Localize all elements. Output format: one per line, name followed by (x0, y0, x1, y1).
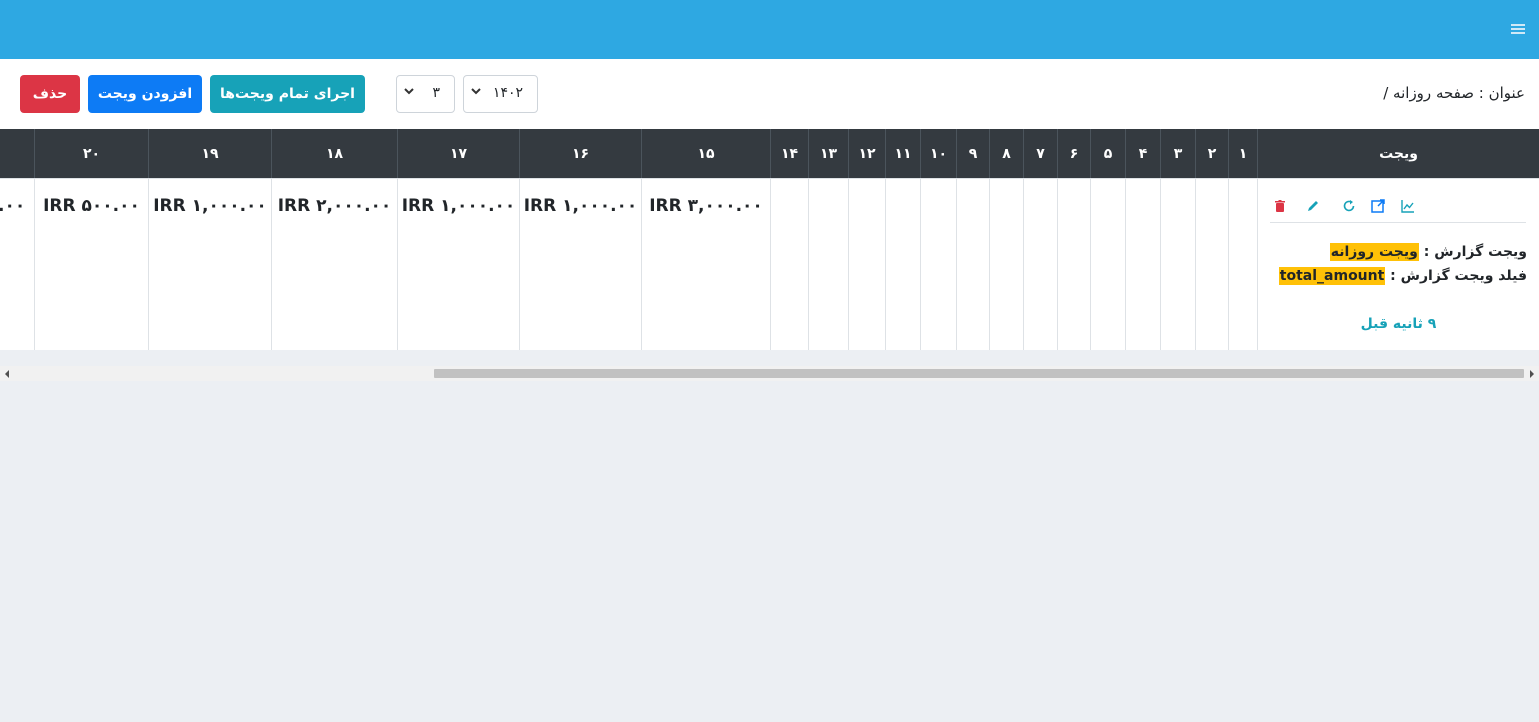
amount-value: IRR ۱,۰۰۰.۰۰ (523, 196, 638, 216)
edit-icon[interactable] (1306, 199, 1320, 213)
day-cell-partial: .۰۰ (0, 178, 34, 350)
day-header: ۵ (1090, 129, 1125, 178)
day-header: ۱۲ (848, 129, 885, 178)
amount-value: IRR ۵۰۰.۰۰ (43, 196, 140, 216)
daily-widget-table: ویجت ۱ ۲ ۳ ۴ ۵ ۶ ۷ ۸ ۹ ۱۰ ۱۱ ۱۲ ۱۳ ۱۴ ۱۵… (0, 129, 1539, 350)
day-header: ۹ (956, 129, 989, 178)
report-widget-value: ویجت روزانه (1329, 243, 1419, 261)
amount-value: IRR ۳,۰۰۰.۰۰ (649, 196, 763, 216)
refresh-icon[interactable] (1342, 199, 1356, 213)
day-cell (989, 178, 1023, 350)
report-widget-label: ویجت گزارش : (1418, 244, 1527, 260)
report-field-line: فیلد ویجت گزارش : total_amount (1278, 267, 1527, 285)
day-cell (885, 178, 920, 350)
day-header: ۱۸ (271, 129, 397, 178)
amount-value: IRR ۲,۰۰۰.۰۰ (277, 196, 392, 216)
day-header: ۴ (1125, 129, 1160, 178)
widget-column-header: ویجت (1257, 129, 1539, 178)
delete-icon[interactable] (1273, 199, 1287, 213)
day-header: ۱۹ (148, 129, 271, 178)
scroll-right-arrow-icon[interactable] (1530, 370, 1534, 378)
day-cell: IRR ۵۰۰.۰۰ (34, 178, 148, 350)
report-field-label: فیلد ویجت گزارش : (1385, 268, 1527, 284)
day-header: ۱ (1228, 129, 1257, 178)
day-header: ۲۰ (34, 129, 148, 178)
day-cell (848, 178, 885, 350)
day-cell: IRR ۱,۰۰۰.۰۰ (397, 178, 519, 350)
widget-actions (1270, 199, 1526, 223)
day-cell (1160, 178, 1195, 350)
scroll-left-arrow-icon[interactable] (5, 370, 9, 378)
day-cell (1090, 178, 1125, 350)
horizontal-scrollbar[interactable] (0, 366, 1539, 381)
report-widget-line: ویجت گزارش : ویجت روزانه (1329, 243, 1527, 261)
day-cell: IRR ۱,۰۰۰.۰۰ (148, 178, 271, 350)
day-cell: IRR ۲,۰۰۰.۰۰ (271, 178, 397, 350)
day-cell: IRR ۱,۰۰۰.۰۰ (519, 178, 641, 350)
chevron-down-icon (404, 88, 414, 95)
toolbar: عنوان : صفحه روزانه / ۱۴۰۲ ۳ اجرای تمام … (0, 59, 1539, 129)
chevron-down-icon (471, 88, 481, 95)
chart-icon[interactable] (1401, 199, 1415, 213)
day-header-partial (0, 129, 34, 178)
run-all-widgets-button[interactable]: اجرای تمام ویجت‌ها (210, 75, 365, 113)
day-cell (808, 178, 848, 350)
month-select[interactable]: ۳ (396, 75, 455, 113)
day-header: ۸ (989, 129, 1023, 178)
amount-value: IRR ۱,۰۰۰.۰۰ (401, 196, 516, 216)
day-header: ۱۱ (885, 129, 920, 178)
day-cell: IRR ۳,۰۰۰.۰۰ (641, 178, 770, 350)
day-header: ۱۵ (641, 129, 770, 178)
amount-value-partial: .۰۰ (0, 196, 26, 216)
day-cell (770, 178, 808, 350)
year-select-value: ۱۴۰۲ (492, 85, 523, 101)
day-cell (1125, 178, 1160, 350)
day-header: ۶ (1057, 129, 1090, 178)
year-select[interactable]: ۱۴۰۲ (463, 75, 538, 113)
last-run-time: ۹ ثانیه قبل (1360, 316, 1437, 332)
table-header-row: ویجت ۱ ۲ ۳ ۴ ۵ ۶ ۷ ۸ ۹ ۱۰ ۱۱ ۱۲ ۱۳ ۱۴ ۱۵… (0, 129, 1539, 178)
report-field-value: total_amount (1278, 267, 1386, 285)
open-external-icon[interactable] (1371, 199, 1385, 213)
day-cell (1023, 178, 1057, 350)
hamburger-menu-icon[interactable] (1511, 24, 1525, 35)
day-cell (1057, 178, 1090, 350)
day-header: ۱۶ (519, 129, 641, 178)
day-header: ۷ (1023, 129, 1057, 178)
page-title: عنوان : صفحه روزانه / (1383, 84, 1525, 102)
delete-button[interactable]: حذف (20, 75, 80, 113)
day-cell (1228, 178, 1257, 350)
day-header: ۳ (1160, 129, 1195, 178)
month-select-value: ۳ (432, 85, 440, 101)
day-header: ۱۷ (397, 129, 519, 178)
day-header: ۲ (1195, 129, 1228, 178)
amount-value: IRR ۱,۰۰۰.۰۰ (153, 196, 267, 216)
day-header: ۱۳ (808, 129, 848, 178)
scrollbar-thumb[interactable] (434, 369, 1524, 378)
day-header: ۱۰ (920, 129, 956, 178)
day-cell (1195, 178, 1228, 350)
day-cell (920, 178, 956, 350)
add-widget-button[interactable]: افزودن ویجت (88, 75, 202, 113)
top-navbar (0, 0, 1539, 59)
widget-cell: ویجت گزارش : ویجت روزانه فیلد ویجت گزارش… (1257, 178, 1539, 350)
day-header: ۱۴ (770, 129, 808, 178)
day-cell (956, 178, 989, 350)
